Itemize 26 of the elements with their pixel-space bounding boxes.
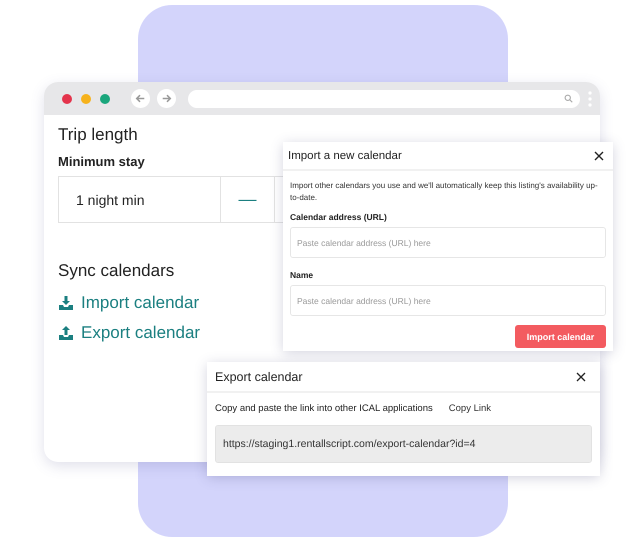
import-calendar-link[interactable]: Import calendar xyxy=(58,293,200,313)
copy-link[interactable]: Copy Link xyxy=(448,403,492,414)
url-field[interactable]: https://staging1.rentallscript.com/export-calendar?id=4 xyxy=(215,425,592,463)
input-field[interactable]: Paste calendar address (URL) here xyxy=(290,285,606,316)
close-icon[interactable] xyxy=(576,372,586,382)
export-calendar-link[interactable]: Export calendar xyxy=(58,323,200,343)
close-dot-icon[interactable] xyxy=(62,94,72,104)
dialog-description: Copy and paste the link into other ICAL applications xyxy=(215,403,433,414)
back-icon[interactable] xyxy=(131,89,150,108)
upload-icon xyxy=(58,325,74,341)
section-title: Trip length xyxy=(58,125,138,145)
section-title: Sync calendars xyxy=(58,261,174,281)
import-calendar-button[interactable]: Import calendar xyxy=(515,325,606,348)
dialog-description: Import other calendars you use and we'll automatically keep this listing's availability up-to-date. xyxy=(290,180,599,204)
dialog-title: Import a new calendar xyxy=(288,150,402,162)
download-icon xyxy=(58,295,74,311)
input-field[interactable]: Paste calendar address (URL) here xyxy=(290,227,606,258)
forward-icon[interactable] xyxy=(157,89,176,108)
maximize-dot-icon[interactable] xyxy=(100,94,110,104)
field-label: Calendar address (URL) xyxy=(290,212,388,222)
field-label: Minimum stay xyxy=(58,154,145,169)
search-icon[interactable] xyxy=(564,94,573,103)
dialog-title: Export calendar xyxy=(215,370,303,384)
field-label: Name xyxy=(290,270,314,280)
minimize-dot-icon[interactable] xyxy=(81,94,91,104)
close-icon[interactable] xyxy=(594,150,604,160)
